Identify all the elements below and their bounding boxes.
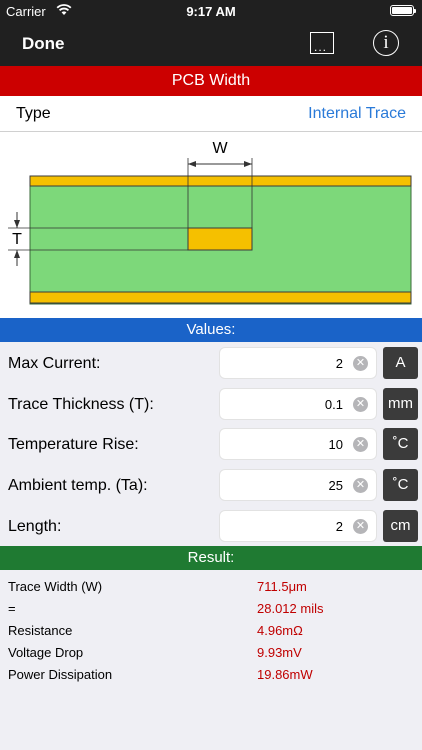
ambient-temp-input[interactable]: 25 ✕	[219, 469, 377, 501]
result-header: Result:	[0, 546, 422, 570]
clear-icon[interactable]: ✕	[353, 356, 368, 371]
temperature-rise-value: 10	[328, 437, 343, 452]
temperature-rise-unit-button[interactable]: ˚C	[383, 428, 418, 460]
input-row-length: Length: 2 ✕ cm	[0, 506, 422, 546]
input-row-temperature-rise: Temperature Rise: 10 ✕ ˚C	[0, 424, 422, 464]
trace-thickness-input[interactable]: 0.1 ✕	[219, 388, 377, 420]
bottom-copper-layer	[29, 291, 412, 304]
result-row: Voltage Drop 9.93mV	[0, 641, 422, 663]
result-value: 711.5μm	[257, 579, 307, 594]
pcb-cross-section: W T	[8, 140, 412, 305]
ambient-temp-value: 25	[328, 478, 343, 493]
result-key: =	[8, 601, 16, 616]
t-dimension-label: T	[12, 231, 22, 248]
length-label: Length:	[8, 518, 62, 535]
w-dimension-label: W	[212, 140, 228, 157]
length-value: 2	[335, 519, 343, 534]
ambient-temp-label: Ambient temp. (Ta):	[8, 477, 148, 494]
clear-icon[interactable]: ✕	[353, 478, 368, 493]
result-value: 4.96mΩ	[257, 623, 303, 638]
input-row-max-current: Max Current: 2 ✕ A	[0, 343, 422, 383]
input-row-trace-thickness: Trace Thickness (T): 0.1 ✕ mm	[0, 384, 422, 424]
internal-trace	[187, 227, 253, 251]
result-key: Voltage Drop	[8, 645, 84, 660]
info-icon[interactable]: i	[373, 30, 399, 56]
nav-bar: Done ... i	[0, 22, 422, 66]
max-current-unit-button[interactable]: A	[383, 347, 418, 379]
trace-thickness-label: Trace Thickness (T):	[8, 396, 154, 413]
max-current-value: 2	[335, 356, 343, 371]
type-value[interactable]: Internal Trace	[308, 105, 406, 123]
values-header: Values:	[0, 318, 422, 342]
result-value: 19.86mW	[257, 667, 313, 682]
done-button[interactable]: Done	[22, 34, 65, 54]
clear-icon[interactable]: ✕	[353, 519, 368, 534]
max-current-input[interactable]: 2 ✕	[219, 347, 377, 379]
battery-icon	[390, 5, 416, 16]
length-unit-button[interactable]: cm	[383, 510, 418, 542]
result-key: Power Dissipation	[8, 667, 113, 682]
result-value: 9.93mV	[257, 645, 302, 660]
result-key: Trace Width (W)	[8, 579, 103, 594]
status-bar: Carrier 9:17 AM	[0, 0, 422, 22]
clear-icon[interactable]: ✕	[353, 437, 368, 452]
length-input[interactable]: 2 ✕	[219, 510, 377, 542]
result-key: Resistance	[8, 623, 73, 638]
result-value: 28.012 mils	[257, 601, 324, 616]
pcb-diagram: W T	[0, 132, 422, 318]
result-row: Trace Width (W) 711.5μm	[0, 575, 422, 597]
page-title: PCB Width	[0, 66, 422, 96]
type-row[interactable]: Type Internal Trace	[0, 96, 422, 132]
inputs-section: Max Current: 2 ✕ A Trace Thickness (T): …	[0, 342, 422, 546]
input-row-ambient-temp: Ambient temp. (Ta): 25 ✕ ˚C	[0, 465, 422, 505]
result-row: = 28.012 mils	[0, 597, 422, 619]
max-current-label: Max Current:	[8, 355, 101, 372]
clear-icon[interactable]: ✕	[353, 397, 368, 412]
more-icon[interactable]: ...	[310, 32, 334, 54]
clock: 9:17 AM	[186, 4, 236, 19]
trace-thickness-value: 0.1	[324, 397, 343, 412]
result-row: Power Dissipation 19.86mW	[0, 663, 422, 685]
ambient-temp-unit-button[interactable]: ˚C	[383, 469, 418, 501]
temperature-rise-label: Temperature Rise:	[8, 436, 139, 453]
results-section: Trace Width (W) 711.5μm = 28.012 mils Re…	[0, 570, 422, 750]
top-copper-layer	[29, 175, 412, 187]
trace-thickness-unit-button[interactable]: mm	[383, 388, 418, 420]
type-label: Type	[16, 105, 51, 122]
result-row: Resistance 4.96mΩ	[0, 619, 422, 641]
temperature-rise-input[interactable]: 10 ✕	[219, 428, 377, 460]
